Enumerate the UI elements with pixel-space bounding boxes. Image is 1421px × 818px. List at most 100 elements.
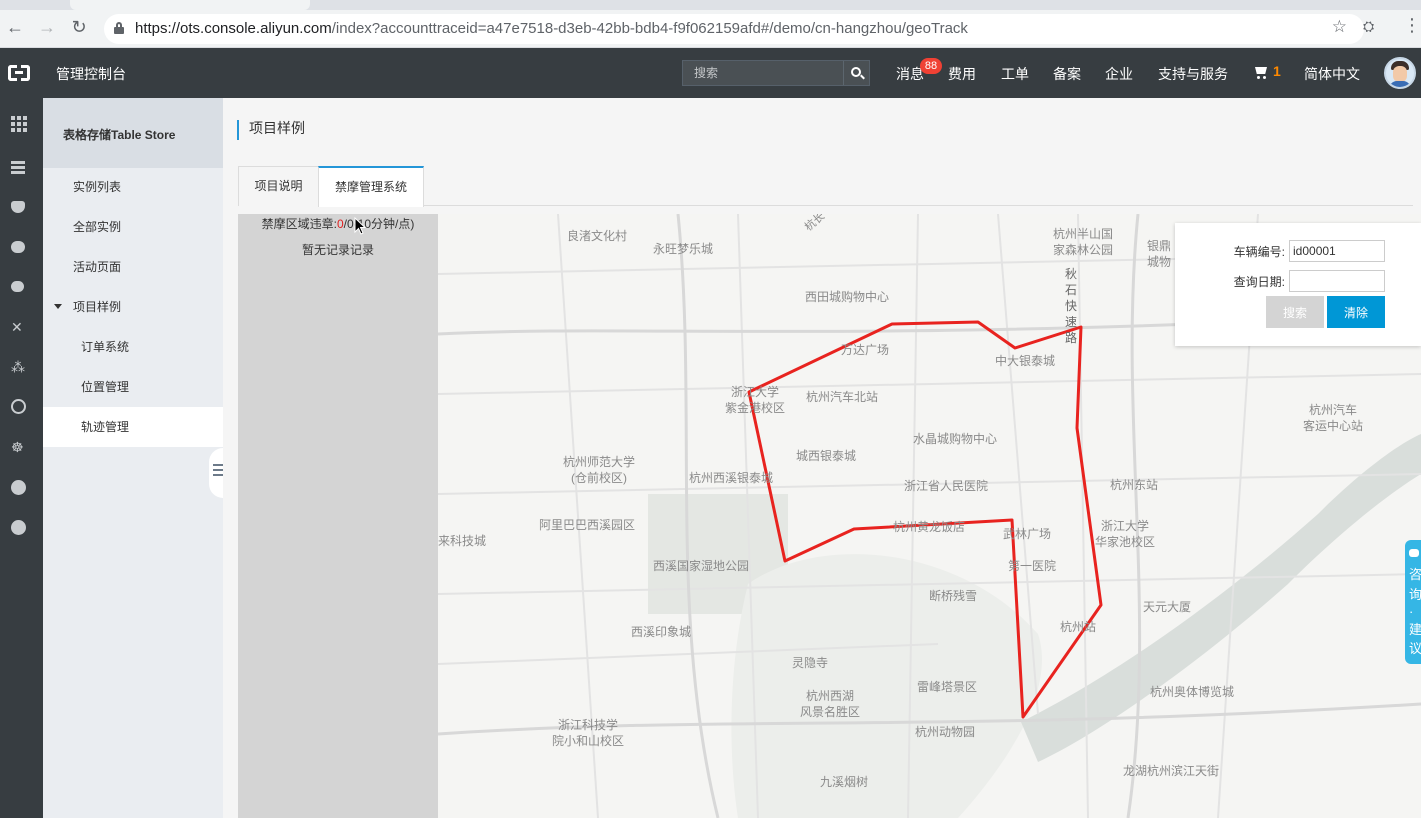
violation-record-panel: 禁摩区域违章:0/0(10分钟/点) 暂无记录记录	[238, 214, 438, 818]
map-label: 西溪印象城	[631, 625, 692, 639]
mouse-pointer-icon	[354, 217, 366, 235]
reload-icon[interactable]: ↻	[68, 16, 90, 38]
browser-menu-icon[interactable]: ⋮	[1403, 16, 1421, 34]
map-label: 九溪烟树	[820, 775, 869, 789]
back-arrow-icon[interactable]: ←	[4, 16, 26, 38]
consult-char: ·	[1409, 604, 1414, 619]
browser-toolbar: ← → ↻ https://ots.console.aliyun.com/ind…	[0, 0, 1421, 48]
aliyun-logo-icon[interactable]	[8, 65, 30, 81]
project-tabs: 项目说明 禁摩管理系统	[238, 166, 1413, 207]
forward-arrow-icon[interactable]: →	[36, 16, 58, 38]
sidebar-item-order-system[interactable]: 订单系统	[43, 327, 223, 367]
language-switch[interactable]: 简体中文	[1304, 64, 1360, 84]
consult-feedback-tab[interactable]: 咨 询 · 建 议	[1405, 540, 1421, 664]
sidebar-item-label: 项目样例	[73, 300, 122, 314]
user-avatar[interactable]	[1384, 57, 1416, 89]
network-cross-icon[interactable]: ✕	[11, 319, 27, 335]
cart-button[interactable]: 1	[1253, 63, 1283, 81]
chat-icon	[1409, 549, 1419, 557]
map-label: 中大银泰城	[995, 354, 1056, 368]
map-label: 杭州汽车北站	[806, 390, 879, 404]
lock-icon	[114, 22, 124, 34]
sidebar-item-all-instances[interactable]: 全部实例	[43, 207, 223, 247]
map-label: 西溪国家湿地公园	[653, 559, 750, 573]
cloud-icon[interactable]	[11, 241, 27, 257]
map-label: 雷峰塔景区	[917, 680, 978, 694]
map-label: 杭州东站	[1110, 478, 1159, 492]
map-label: 杭州黄龙饭店	[893, 520, 966, 534]
vehicle-query-panel: 车辆编号: 查询日期: 搜索 清除	[1175, 223, 1421, 346]
vehicle-id-input[interactable]	[1289, 240, 1385, 262]
sidebar-item-sample-projects[interactable]: 项目样例	[43, 287, 223, 327]
nav-icp-filing[interactable]: 备案	[1053, 64, 1081, 84]
address-bar[interactable]: https://ots.console.aliyun.com/index?acc…	[104, 14, 1364, 44]
tab-project-description[interactable]: 项目说明	[238, 166, 319, 206]
map-label: 西田城购物中心	[805, 290, 890, 304]
map-label: 阿里巴巴西溪园区	[539, 518, 636, 532]
map-label: 杭州动物园	[915, 725, 976, 739]
sidebar-item-location-management[interactable]: 位置管理	[43, 367, 223, 407]
product-dot-icon[interactable]	[11, 480, 27, 496]
console-header: 管理控制台 消息 88 费用 工单 备案 企业 支持与服务 1 简体中文	[0, 48, 1421, 98]
map-label: 万达广场	[841, 343, 890, 357]
map-label: 来科技城	[438, 534, 487, 548]
map-label: 秋 石 快 速 路	[1064, 267, 1077, 345]
map-label: 浙江科技学 院小和山校区	[551, 718, 624, 748]
message-count-badge: 88	[920, 58, 942, 74]
map-label: 灵隐寺	[792, 656, 829, 670]
cluster-icon[interactable]: ⁂	[11, 359, 27, 375]
database-icon[interactable]	[11, 201, 27, 217]
map-label: 杭州西溪银泰城	[689, 471, 774, 485]
cart-count: 1	[1273, 63, 1281, 79]
server-icon[interactable]	[11, 161, 27, 177]
console-title[interactable]: 管理控制台	[56, 64, 126, 84]
sidebar-item-track-management[interactable]: 轨迹管理	[43, 407, 223, 447]
nav-enterprise[interactable]: 企业	[1105, 64, 1133, 84]
consult-char: 议	[1409, 641, 1421, 656]
map-label: 城西银泰城	[796, 449, 857, 463]
sidebar-title: 表格存储Table Store	[43, 98, 223, 168]
caret-down-icon	[54, 304, 62, 309]
header-search	[682, 60, 870, 86]
map-label: 杭州奥体博览城	[1150, 685, 1235, 699]
query-date-input[interactable]	[1289, 270, 1385, 292]
bookmark-star-icon[interactable]: ☆	[1332, 17, 1347, 37]
map-label: 杭州师范大学 (仓前校区)	[562, 455, 635, 485]
product-dot-icon[interactable]	[11, 520, 27, 536]
extension-icon[interactable]: ⛭	[1363, 18, 1379, 34]
main-content: 项目样例 项目说明 禁摩管理系统 禁摩区域违章:0/0(10分钟/点) 暂无记录…	[223, 98, 1421, 818]
sidebar-item-events[interactable]: 活动页面	[43, 247, 223, 287]
consult-char: 咨	[1409, 567, 1421, 582]
vehicle-id-label: 车辆编号:	[1233, 245, 1285, 259]
map-label: 杭州汽车 客运中心站	[1302, 403, 1363, 433]
header-search-input[interactable]	[683, 61, 845, 85]
map-label: 断桥残雪	[929, 589, 978, 603]
map-label: 银鼎 城物	[1146, 239, 1171, 269]
map-label: 浙江省人民医院	[904, 479, 989, 493]
clear-button[interactable]: 清除	[1327, 296, 1385, 328]
nav-billing[interactable]: 费用	[948, 64, 976, 84]
map-label: 第一医院	[1008, 559, 1057, 573]
bug-icon[interactable]: ☸	[11, 439, 27, 455]
search-icon[interactable]	[843, 61, 869, 85]
globe-icon[interactable]	[11, 399, 27, 415]
browser-tab[interactable]	[70, 0, 310, 10]
map-label: 浙江大学 华家池校区	[1094, 519, 1155, 549]
page-title: 项目样例	[237, 120, 305, 140]
url-text[interactable]: https://ots.console.aliyun.com/index?acc…	[135, 20, 968, 37]
nav-tickets[interactable]: 工单	[1001, 64, 1029, 84]
search-button[interactable]: 搜索	[1266, 296, 1324, 328]
product-icon-rail: ✕ ⁂ ☸	[0, 98, 43, 818]
sidebar-item-instance-list[interactable]: 实例列表	[43, 167, 223, 207]
all-products-grid-icon[interactable]	[11, 116, 27, 132]
sidebar-collapse-toggle[interactable]	[209, 448, 223, 498]
empty-record-text: 暂无记录记录	[301, 243, 374, 257]
map-label: 天元大厦	[1143, 600, 1192, 614]
browser-tabstrip	[0, 0, 1421, 10]
map-label: 良渚文化村	[567, 229, 628, 243]
tab-motorcycle-ban-system[interactable]: 禁摩管理系统	[318, 166, 424, 207]
nav-support[interactable]: 支持与服务	[1158, 64, 1228, 84]
cloud-upload-icon[interactable]	[11, 281, 27, 297]
consult-char: 询	[1409, 587, 1421, 602]
violation-summary: 禁摩区域违章:0/0(10分钟/点)	[261, 217, 415, 231]
